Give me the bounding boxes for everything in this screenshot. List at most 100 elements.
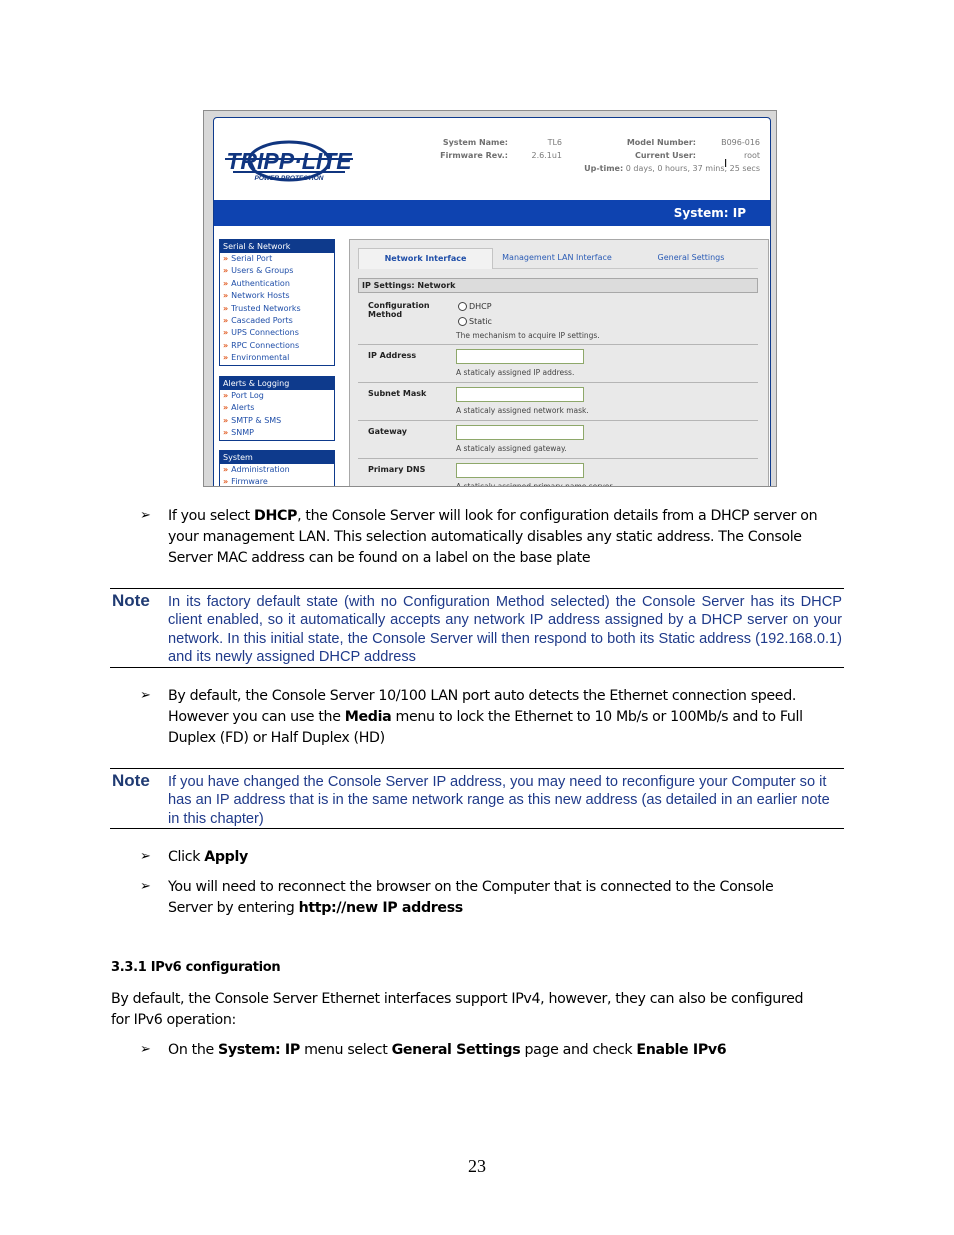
- note-label: Note: [112, 771, 150, 790]
- nav-item-ups-connections[interactable]: » UPS Connections: [220, 327, 334, 339]
- bullet-arrow-icon: ➢: [140, 688, 151, 703]
- nav-group-title: Serial & Network: [220, 240, 334, 253]
- row-divider: [358, 382, 758, 383]
- primary-dns-label: Primary DNS: [368, 465, 426, 474]
- nav-label: RPC Connections: [231, 340, 300, 350]
- nav-label: Serial Port: [231, 254, 273, 263]
- row-divider: [358, 420, 758, 421]
- radio-static[interactable]: Static: [458, 317, 492, 326]
- nav-arrow-icon: »: [223, 477, 229, 487]
- nav-arrow-icon: »: [223, 315, 229, 325]
- bullet-dhcp: If you select DHCP, the Console Server w…: [168, 508, 818, 566]
- ip-settings-panel: Network Interface Management LAN Interfa…: [349, 239, 769, 487]
- ipv6-paragraph: By default, the Console Server Ethernet …: [111, 991, 804, 1028]
- firmware-label: Firmware Rev.:: [440, 151, 508, 160]
- nav-arrow-icon: »: [223, 328, 229, 338]
- nav-item-serial-port[interactable]: » Serial Port: [220, 253, 334, 265]
- nav-item-authentication[interactable]: » Authentication: [220, 278, 334, 290]
- bullet-arrow-icon: ➢: [140, 849, 151, 864]
- nav-group-serial-network: Serial & Network » Serial Port » Users & G…: [219, 239, 335, 366]
- nav-label: Firmware: [231, 477, 268, 487]
- uptime-value: 0 days, 0 hours, 37 mins, 25 secs: [625, 164, 760, 173]
- text-cursor-icon: I: [724, 157, 728, 170]
- radio-circle-icon: [458, 302, 467, 311]
- config-method-help: The mechanism to acquire IP settings.: [456, 331, 600, 340]
- ip-address-label: IP Address: [368, 351, 417, 360]
- current-user-value: root: [743, 151, 760, 160]
- bullet-enable-ipv6: On the System: IP menu select General Se…: [168, 1042, 727, 1058]
- nav-arrow-icon: »: [223, 391, 229, 400]
- nav-label: Alerts: [231, 403, 255, 413]
- nav-item-firmware[interactable]: » Firmware: [220, 476, 334, 487]
- ip-address-input[interactable]: [456, 349, 584, 364]
- nav-arrow-icon: »: [223, 254, 229, 263]
- config-method-label: Configuration Method: [368, 301, 430, 319]
- row-divider: [358, 458, 758, 459]
- banner-title: System: IP: [673, 206, 746, 220]
- gateway-help: A staticaly assigned gateway.: [456, 444, 567, 453]
- firmware-value: 2.6.1u1: [531, 151, 562, 160]
- primary-dns-input[interactable]: [456, 463, 584, 478]
- nav-group-title: Alerts & Logging: [220, 377, 334, 390]
- gateway-input[interactable]: [456, 425, 584, 440]
- logo-tagline: POWER PROTECTION: [255, 175, 324, 182]
- nav-arrow-icon: »: [223, 266, 229, 276]
- note-rule-top: [110, 768, 844, 769]
- subnet-mask-help: A staticaly assigned network mask.: [456, 406, 589, 415]
- section-heading: 3.3.1 IPv6 configuration: [111, 960, 281, 975]
- nav-item-snmp[interactable]: » SNMP: [220, 427, 334, 439]
- bullet-arrow-icon: ➢: [140, 879, 151, 894]
- nav-label: Authentication: [231, 278, 290, 288]
- tab-management-lan-interface[interactable]: Management LAN Interface: [492, 248, 622, 268]
- nav-item-trusted-networks[interactable]: » Trusted Networks: [220, 303, 334, 315]
- nav-item-smtp-sms[interactable]: » SMTP & SMS: [220, 415, 334, 427]
- uptime-label: Up-time:: [584, 164, 624, 173]
- nav-item-administration[interactable]: » Administration: [220, 464, 334, 476]
- nav-label: UPS Connections: [231, 328, 299, 338]
- bullet-click-apply: Click Apply: [168, 849, 248, 865]
- row-divider: [358, 344, 758, 345]
- radio-dhcp[interactable]: DHCP: [458, 302, 492, 311]
- nav-arrow-icon: »: [223, 340, 229, 350]
- subnet-mask-label: Subnet Mask: [368, 389, 427, 398]
- nav-item-rpc-connections[interactable]: » RPC Connections: [220, 340, 334, 352]
- nav-item-port-log[interactable]: » Port Log: [220, 390, 334, 402]
- nav-item-environmental[interactable]: » Environmental: [220, 352, 334, 364]
- model-number-label: Model Number:: [626, 138, 696, 147]
- ip-address-help: A staticaly assigned IP address.: [456, 368, 575, 377]
- embedded-screenshot: TRIPP·LITE POWER PROTECTION System Name:…: [203, 110, 777, 487]
- tripp-lite-logo: TRIPP·LITE POWER PROTECTION: [225, 140, 353, 182]
- system-name-value: TL6: [547, 138, 562, 147]
- nav-item-users-groups[interactable]: » Users & Groups: [220, 265, 334, 277]
- bullet-media: By default, the Console Server 10/100 LA…: [168, 688, 803, 746]
- nav-label: Cascaded Ports: [231, 315, 293, 325]
- nav-item-network-hosts[interactable]: » Network Hosts: [220, 290, 334, 302]
- nav-group-system: System »Administration »Firmware »IP: [219, 450, 335, 487]
- section-header: IP Settings: Network: [358, 278, 758, 293]
- nav-arrow-icon: »: [223, 415, 229, 425]
- radio-label: Static: [469, 317, 492, 326]
- nav-arrow-icon: »: [223, 291, 229, 301]
- note-rule-top: [110, 588, 844, 589]
- nav-arrow-icon: »: [223, 303, 229, 313]
- system-name-label: System Name:: [442, 138, 508, 147]
- note-rule-bottom: [110, 667, 844, 668]
- nav-item-cascaded-ports[interactable]: » Cascaded Ports: [220, 315, 334, 327]
- nav-group-title: System: [220, 451, 334, 464]
- nav-group-alerts-logging: Alerts & Logging » Port Log » Alerts » SMTP…: [219, 376, 335, 441]
- subnet-mask-input[interactable]: [456, 387, 584, 402]
- nav-arrow-icon: »: [223, 428, 229, 438]
- tab-general-settings[interactable]: General Settings: [626, 248, 756, 268]
- note-label: Note: [112, 591, 150, 610]
- page-number: 23: [468, 1156, 486, 1176]
- note-factory-default: In its factory default state (with no Co…: [168, 594, 842, 665]
- nav-label: Environmental: [231, 353, 290, 363]
- nav-item-alerts[interactable]: » Alerts: [220, 402, 334, 414]
- gateway-label: Gateway: [368, 427, 407, 436]
- bullet-reconnect: You will need to reconnect the browser o…: [168, 879, 774, 916]
- nav-label: Port Log: [231, 391, 264, 400]
- radio-label: DHCP: [469, 302, 492, 311]
- tab-network-interface[interactable]: Network Interface: [358, 248, 493, 269]
- primary-dns-help: A staticaly assigned primary name server…: [456, 482, 615, 487]
- note-reconfigure: If you have changed the Console Server I…: [168, 774, 830, 827]
